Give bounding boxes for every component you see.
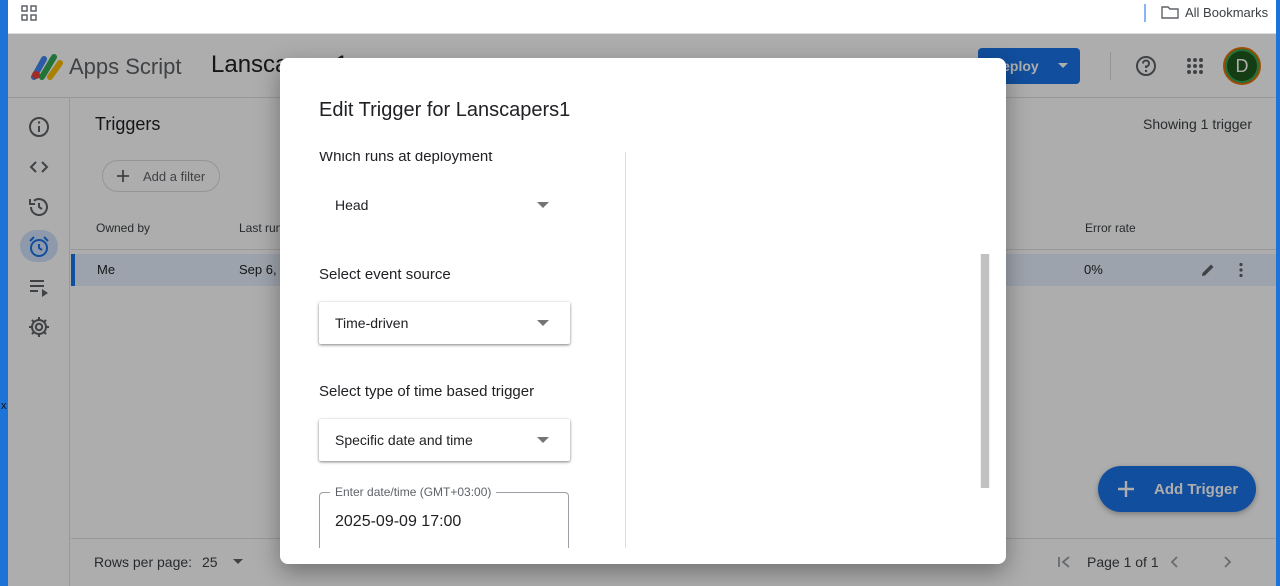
bookmarks-bar: All Bookmarks [8,0,1276,34]
deployment-select-value: Head [335,197,369,213]
folder-icon [1161,6,1179,19]
datetime-label: Enter date/time (GMT+03:00) [330,485,497,499]
edit-trigger-dialog: Edit Trigger for Lanscapers1 Which runs … [280,58,1006,564]
all-bookmarks-label: All Bookmarks [1185,4,1269,20]
time-trigger-type-select[interactable]: Specific date and time [319,419,570,461]
deployment-select[interactable]: Head [319,184,570,226]
dialog-title: Edit Trigger for Lanscapers1 [319,99,571,121]
all-bookmarks-link[interactable]: All Bookmarks [1161,4,1268,20]
chevron-down-icon [537,202,549,208]
chevron-down-icon [537,437,549,443]
datetime-field[interactable]: Enter date/time (GMT+03:00) 2025-09-09 1… [319,485,569,548]
apps-grid-icon[interactable] [21,5,37,21]
time-trigger-type-label: Select type of time based trigger [319,383,535,400]
deployment-label: Which runs at deployment [319,152,493,165]
time-trigger-type-select-value: Specific date and time [335,432,473,448]
dialog-scrollbar-thumb[interactable] [981,254,989,488]
event-source-label: Select event source [319,266,451,283]
event-source-select[interactable]: Time-driven [319,302,570,344]
dialog-column-divider [625,152,626,548]
bookmarks-divider [1144,4,1146,22]
chevron-down-icon [537,320,549,326]
datetime-value[interactable]: 2025-09-09 17:00 [335,513,461,531]
stray-character: x [1,400,7,412]
event-source-select-value: Time-driven [335,315,409,331]
window-right-edge [1276,0,1280,586]
window-left-edge [0,0,8,586]
dialog-form-column: Which runs at deployment Head Select eve… [280,152,625,548]
